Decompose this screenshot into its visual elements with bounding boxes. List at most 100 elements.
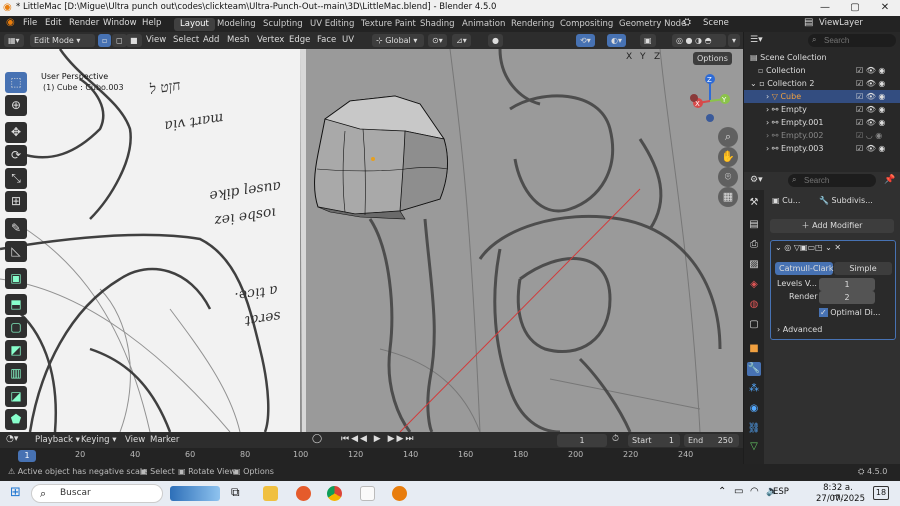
properties-search-input[interactable] bbox=[788, 174, 876, 187]
transform-tool-icon[interactable]: ⊞ bbox=[5, 191, 27, 212]
mode-selector[interactable]: Edit Mode ▾ bbox=[30, 34, 95, 47]
record-icon[interactable]: ◯ bbox=[312, 434, 322, 444]
annotate-tool-icon[interactable]: ✎ bbox=[5, 218, 27, 239]
loop-cut-tool-icon[interactable]: ▥ bbox=[5, 363, 27, 384]
snap-icon[interactable]: ⊿▾ bbox=[452, 34, 471, 47]
view-layer-tab-icon[interactable]: ▨ bbox=[747, 258, 761, 272]
minimize-button[interactable]: — bbox=[810, 0, 840, 16]
select-box-tool-icon[interactable]: ⬚ bbox=[5, 72, 27, 93]
modifier-tab-icon[interactable]: 🔧 bbox=[747, 362, 761, 376]
advanced-section[interactable]: › Advanced bbox=[777, 325, 822, 334]
header-face[interactable]: Face bbox=[317, 35, 336, 45]
menu-help[interactable]: Help bbox=[142, 18, 161, 28]
rotate-tool-icon[interactable]: ⟳ bbox=[5, 145, 27, 166]
tab-geometry-nodes[interactable]: Geometry Node bbox=[613, 18, 692, 31]
menu-edit[interactable]: Edit bbox=[45, 18, 61, 28]
outliner-row-collection[interactable]: ▫ Collection ☑ 👁 ◉ bbox=[744, 64, 900, 77]
pivot-icon[interactable]: ⊙▾ bbox=[428, 34, 447, 47]
render-levels-field[interactable]: 2 bbox=[819, 291, 875, 304]
blender-taskbar-icon[interactable] bbox=[392, 486, 407, 501]
tab-sculpting[interactable]: Sculpting bbox=[257, 18, 309, 31]
modifier-header-icons[interactable]: ⌄ ◎ ▽▣▭◳ ⌄ ✕ bbox=[775, 243, 841, 252]
start-frame-field[interactable]: Start 1 bbox=[628, 434, 680, 447]
tab-uv-editing[interactable]: UV Editing bbox=[304, 18, 360, 31]
bevel-tool-icon[interactable]: ◩ bbox=[5, 340, 27, 361]
extrude-tool-icon[interactable]: ⬒ bbox=[5, 294, 27, 315]
levels-viewport-field[interactable]: 1 bbox=[819, 278, 875, 291]
catmull-clark-button[interactable]: Catmull-Clark bbox=[775, 262, 833, 275]
zoom-icon[interactable]: ⌕ bbox=[718, 127, 738, 147]
viewlayer-selector[interactable]: ViewLayer bbox=[819, 18, 863, 28]
tool-tab-icon[interactable]: ⚒ bbox=[747, 196, 761, 210]
clock-date[interactable]: 27/07/2025 bbox=[816, 494, 865, 504]
cursor-tool-icon[interactable]: ⊕ bbox=[5, 95, 27, 116]
tab-texture-paint[interactable]: Texture Paint bbox=[355, 18, 422, 31]
notepad-icon[interactable] bbox=[360, 486, 375, 501]
collection-tab-icon[interactable]: ▢ bbox=[747, 318, 761, 332]
gizmo-toggle-icon[interactable]: ⟲▾ bbox=[576, 34, 595, 47]
properties-type-icon[interactable]: ⚙▾ bbox=[750, 175, 763, 185]
outliner-row-empty[interactable]: › ⚯ Empty ☑ 👁 ◉ bbox=[744, 103, 900, 116]
render-tab-icon[interactable]: ▤ bbox=[747, 218, 761, 232]
mirror-axis-z[interactable]: Z bbox=[654, 52, 660, 62]
wifi-icon[interactable]: ◠ bbox=[750, 486, 759, 497]
pin-icon[interactable]: 📌 bbox=[884, 175, 895, 185]
tab-animation[interactable]: Animation bbox=[456, 18, 511, 31]
orientation-selector[interactable]: ⊹ Global ▾ bbox=[372, 34, 424, 47]
close-button[interactable]: ✕ bbox=[870, 0, 900, 16]
header-view[interactable]: View bbox=[146, 35, 166, 45]
vertex-select-icon[interactable]: ▫ bbox=[98, 34, 112, 47]
knife-tool-icon[interactable]: ◪ bbox=[5, 386, 27, 407]
options-button[interactable]: Options bbox=[693, 52, 732, 65]
marker-menu[interactable]: Marker bbox=[150, 435, 179, 445]
playhead-marker[interactable]: 1 bbox=[18, 450, 36, 462]
outliner-root[interactable]: ▤ Scene Collection bbox=[744, 51, 900, 64]
tray-device-icon[interactable]: ▭ bbox=[734, 486, 743, 497]
particles-tab-icon[interactable]: ⁂ bbox=[747, 382, 761, 396]
outliner-row-cube[interactable]: › ▽ Cube ☑ 👁 ◉ bbox=[744, 90, 900, 103]
header-select[interactable]: Select bbox=[173, 35, 199, 45]
add-modifier-button[interactable]: ＋ Add Modifier bbox=[770, 219, 894, 233]
chrome-icon[interactable] bbox=[327, 486, 342, 501]
optimal-display-checkbox[interactable]: ✓ Optimal Di... bbox=[819, 308, 880, 317]
timeline-view-menu[interactable]: View bbox=[125, 435, 145, 445]
header-uv[interactable]: UV bbox=[342, 35, 354, 45]
3d-viewport[interactable]: חןט ל ɐᴉʌ ʇɹɐɯ ǝʞᴉp lǝsnɐ zǝᴉ ǝqsoı ·ǝɔᴉ… bbox=[0, 49, 743, 432]
move-tool-icon[interactable]: ✥ bbox=[5, 122, 27, 143]
playback-controls[interactable]: ⏮◀◀ ▶ ▶▶⏭ bbox=[341, 434, 416, 444]
physics-tab-icon[interactable]: ◉ bbox=[747, 402, 761, 416]
header-add[interactable]: Add bbox=[203, 35, 219, 45]
tab-rendering[interactable]: Rendering bbox=[505, 18, 560, 31]
scene-selector[interactable]: Scene bbox=[703, 18, 729, 28]
face-select-icon[interactable]: ■ bbox=[126, 34, 142, 47]
header-mesh[interactable]: Mesh bbox=[227, 35, 249, 45]
shading-options-icon[interactable]: ▾ bbox=[728, 34, 741, 47]
shading-modes[interactable]: ◎ ● ◑ ◓ bbox=[672, 34, 726, 47]
outliner-row-empty-001[interactable]: › ⚯ Empty.001 ☑ 👁 ◉ bbox=[744, 116, 900, 129]
proportional-edit-icon[interactable]: ● bbox=[488, 34, 503, 47]
outliner-row-empty-002[interactable]: › ⚯ Empty.002 ☑ ◡ ◉ bbox=[744, 129, 900, 142]
modifier-name-field[interactable]: 🔧 Subdivis... bbox=[819, 196, 873, 205]
tab-layout[interactable]: Layout bbox=[174, 18, 215, 31]
windows-start-icon[interactable]: ⊞ bbox=[10, 485, 21, 500]
menu-window[interactable]: Window bbox=[103, 18, 137, 28]
timeline-editor-icon[interactable]: ◔▾ bbox=[6, 434, 18, 444]
header-vertex[interactable]: Vertex bbox=[257, 35, 284, 45]
world-tab-icon[interactable]: ◍ bbox=[747, 298, 761, 312]
tab-modeling[interactable]: Modeling bbox=[211, 18, 262, 31]
pan-hand-icon[interactable]: ✋ bbox=[718, 147, 738, 167]
outliner-type-icon[interactable]: ☰▾ bbox=[750, 35, 763, 45]
playback-menu[interactable]: Playback ▾ bbox=[35, 435, 80, 445]
poly-build-tool-icon[interactable]: ⬟ bbox=[5, 409, 27, 430]
constraints-tab-icon[interactable]: ⛓ bbox=[747, 422, 761, 436]
task-view-icon[interactable]: ⧉ bbox=[231, 485, 240, 500]
firefox-icon[interactable] bbox=[296, 486, 311, 501]
mirror-axis-y[interactable]: Y bbox=[640, 52, 646, 62]
xray-icon[interactable]: ▣ bbox=[640, 34, 656, 47]
menu-render[interactable]: Render bbox=[69, 18, 99, 28]
add-cube-tool-icon[interactable]: ▣ bbox=[5, 268, 27, 289]
outliner-row-empty-003[interactable]: › ⚯ Empty.003 ☑ 👁 ◉ bbox=[744, 142, 900, 155]
keying-menu[interactable]: Keying ▾ bbox=[81, 435, 117, 445]
current-frame-field[interactable]: 1 bbox=[557, 434, 607, 447]
scene-tab-icon[interactable]: ◈ bbox=[747, 278, 761, 292]
